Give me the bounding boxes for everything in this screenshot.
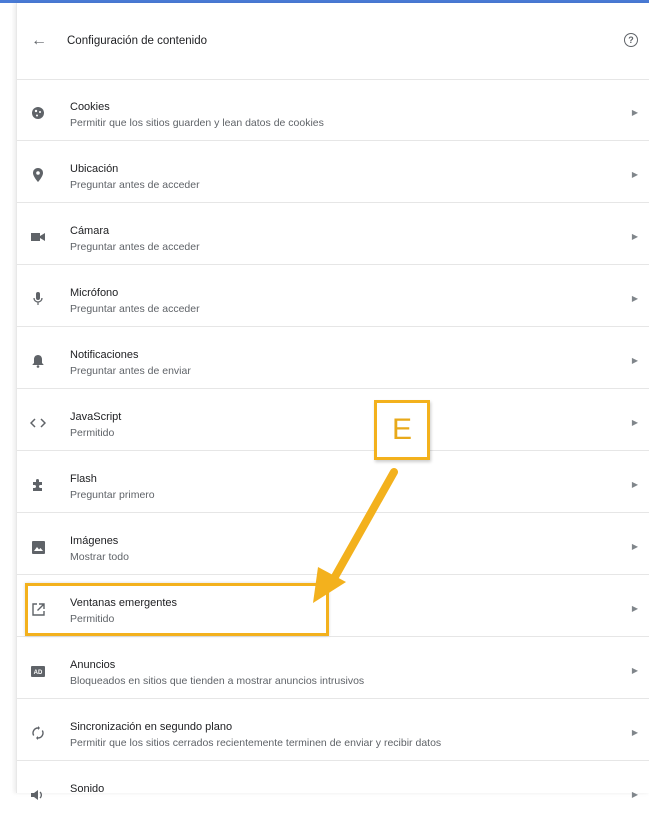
callout-label: E — [374, 400, 430, 460]
annotation-arrow — [313, 468, 398, 603]
